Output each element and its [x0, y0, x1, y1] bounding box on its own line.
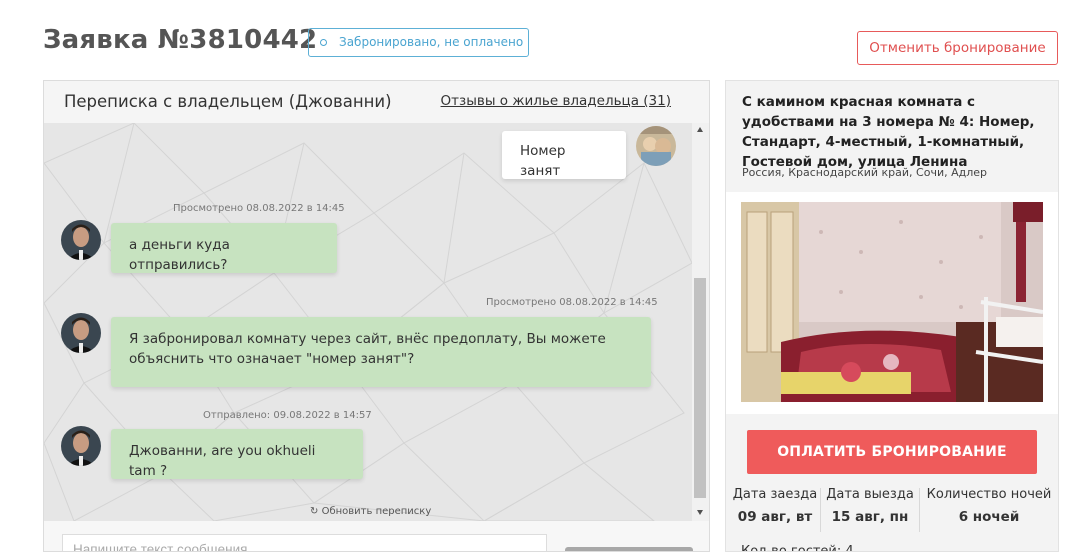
- listing-title[interactable]: С камином красная комната с удобствами н…: [742, 92, 1042, 172]
- stat-divider: [820, 488, 821, 532]
- message-timestamp: Отправлено: 09.08.2022 в 14:57: [203, 410, 372, 421]
- message-text: Номер занят: [520, 143, 566, 179]
- nights-label: Количество ночей: [926, 487, 1052, 502]
- scroll-up-arrow-icon[interactable]: [697, 127, 703, 132]
- page-title: Заявка №3810442: [43, 25, 318, 55]
- status-badge: Забронировано, не оплачено: [308, 28, 529, 57]
- guest-message-bubble: Джованни, are you okhueli tam ?: [111, 429, 363, 479]
- owner-reviews-link[interactable]: Отзывы о жилье владельца (31): [441, 93, 671, 109]
- booking-stats: Дата заезда 09 авг, вт Дата выезда 15 ав…: [726, 484, 1058, 534]
- message-text: Джованни, are you okhueli tam ?: [129, 443, 316, 479]
- chat-messages-area[interactable]: Номер занят Просмотрено 08.08.2022 в 14:…: [44, 123, 692, 521]
- send-message-button[interactable]: [565, 547, 693, 551]
- guest-avatar: [61, 426, 101, 466]
- chat-panel: Переписка с владельцем (Джованни) Отзывы…: [43, 80, 710, 552]
- message-text: а деньги куда отправились?: [129, 237, 230, 273]
- listing-photo[interactable]: [741, 202, 1043, 402]
- message-input[interactable]: [62, 534, 547, 551]
- chat-header: Переписка с владельцем (Джованни) Отзывы…: [44, 81, 709, 123]
- nights-value: 6 ночей: [958, 509, 1020, 525]
- message-composer: [44, 521, 709, 551]
- message-timestamp: Просмотрено 08.08.2022 в 14:45: [173, 203, 345, 214]
- checkout-stat: Дата выезда 15 авг, пн: [823, 484, 917, 532]
- refresh-chat-button[interactable]: ↻ Обновить переписку: [310, 506, 431, 517]
- scroll-down-arrow-icon[interactable]: [697, 510, 703, 515]
- guest-message-bubble: а деньги куда отправились?: [111, 223, 337, 273]
- owner-avatar: [636, 126, 676, 166]
- guest-message-bubble: Я забронировал комнату через сайт, внёс …: [111, 317, 651, 387]
- cancel-booking-button[interactable]: Отменить бронирование: [857, 31, 1058, 65]
- owner-message-bubble: Номер занят: [502, 131, 626, 179]
- refresh-label: Обновить переписку: [321, 506, 432, 517]
- stat-divider: [919, 488, 920, 532]
- pay-booking-button[interactable]: ОПЛАТИТЬ БРОНИРОВАНИЕ: [747, 430, 1037, 474]
- status-text: Забронировано, не оплачено: [339, 35, 524, 49]
- chat-title: Переписка с владельцем (Джованни): [64, 92, 392, 111]
- status-dot-icon: [320, 39, 327, 46]
- guest-avatar: [61, 313, 101, 353]
- checkin-label: Дата заезда: [732, 487, 818, 502]
- checkin-value: 09 авг, вт: [737, 509, 813, 525]
- message-timestamp: Просмотрено 08.08.2022 в 14:45: [486, 297, 658, 308]
- chat-scrollbar[interactable]: [692, 123, 709, 521]
- checkout-value: 15 авг, пн: [831, 509, 909, 525]
- scrollbar-thumb[interactable]: [694, 278, 706, 498]
- checkin-stat: Дата заезда 09 авг, вт: [731, 484, 819, 532]
- nights-stat: Количество ночей 6 ночей: [922, 484, 1056, 532]
- guest-avatar: [61, 220, 101, 260]
- listing-location: Россия, Краснодарский край, Сочи, Адлер: [742, 166, 988, 179]
- listing-photo-container: [726, 192, 1058, 414]
- checkout-label: Дата выезда: [826, 487, 914, 502]
- message-text: Я забронировал комнату через сайт, внёс …: [129, 331, 606, 367]
- refresh-icon: ↻: [310, 506, 319, 517]
- listing-panel: С камином красная комната с удобствами н…: [725, 80, 1059, 552]
- guests-count: Кол-во гостей: 4: [741, 544, 854, 552]
